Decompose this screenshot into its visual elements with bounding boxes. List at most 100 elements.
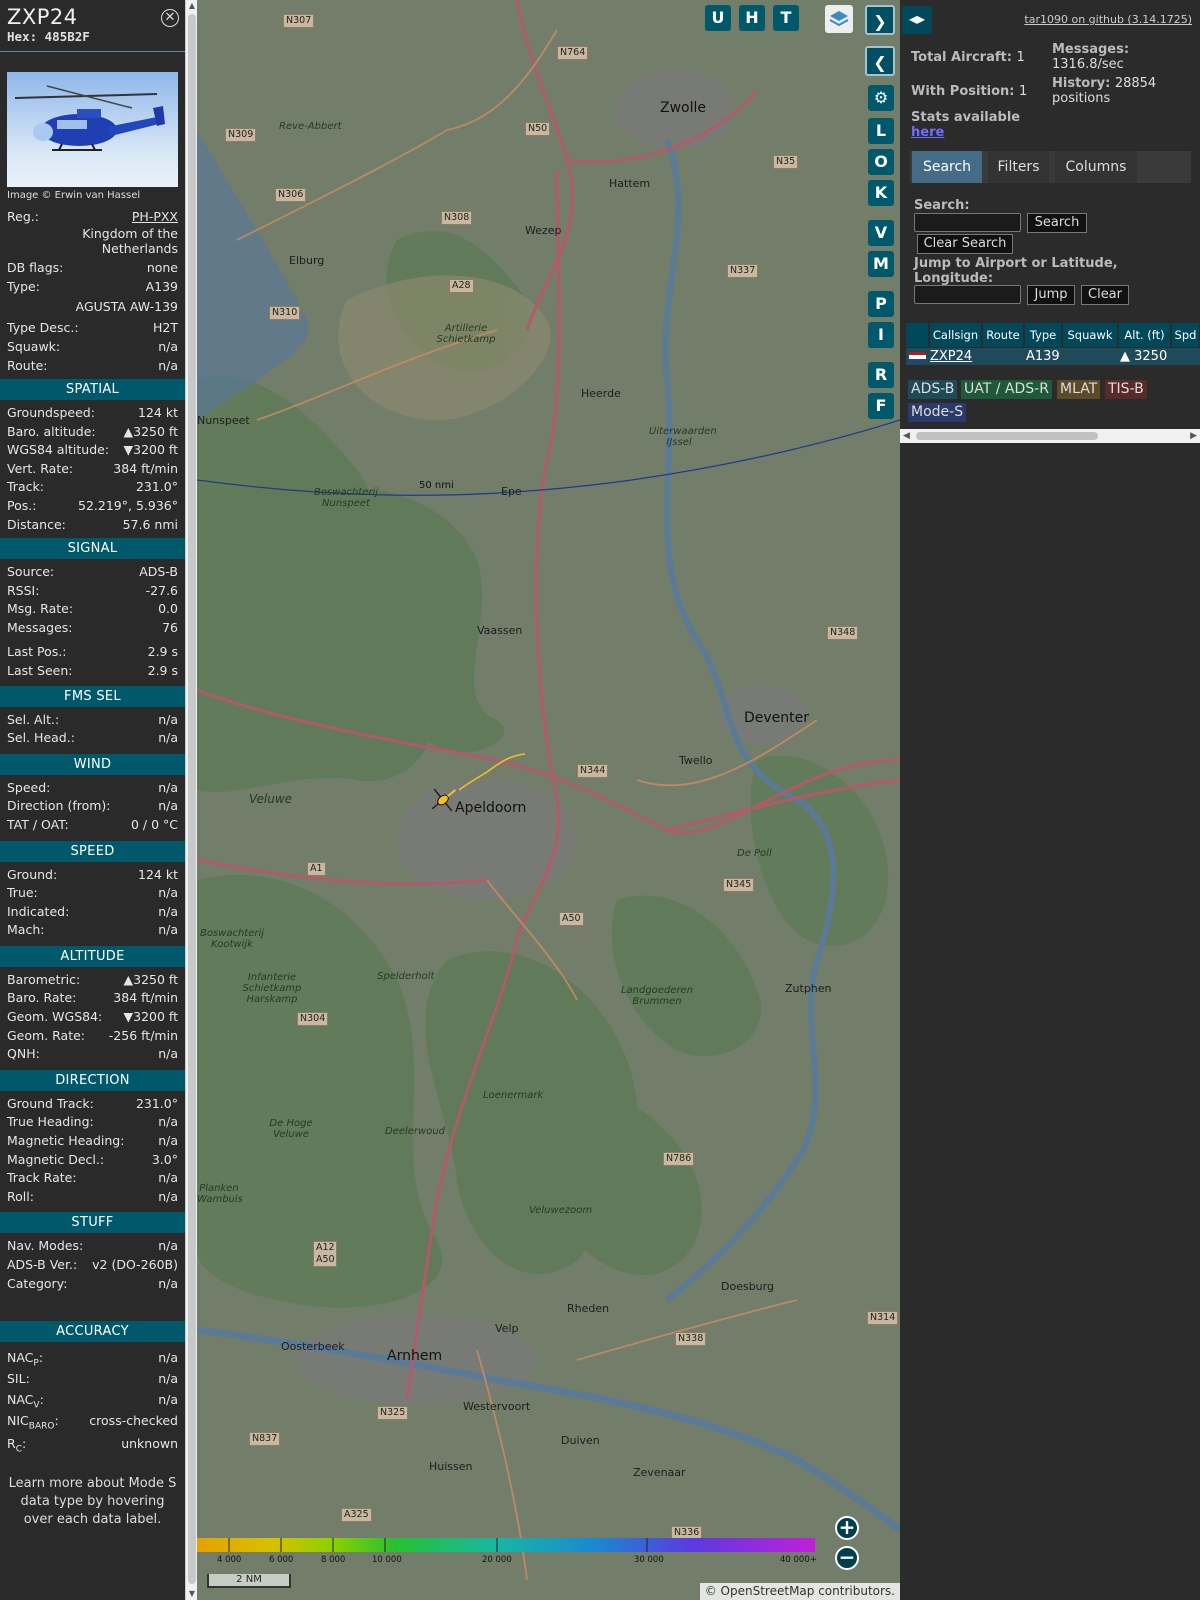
jump-button[interactable]: Jump — [1027, 285, 1075, 305]
col-altitude[interactable]: Alt. (ft) — [1119, 323, 1171, 347]
info-row-key: Track Rate: — [7, 1170, 77, 1186]
jump-input[interactable] — [914, 285, 1021, 304]
info-row-key: Geom. WGS84: — [7, 1009, 103, 1025]
map-town-label: Elburg — [289, 254, 325, 267]
map-town-label: Nunspeet — [197, 414, 250, 427]
info-row-value: 3.0° — [151, 1151, 178, 1167]
table-row[interactable]: ZXP24 A139 ▲ 3250 — [906, 348, 1200, 365]
row-altitude: ▲ 3250 — [1120, 349, 1168, 364]
tab-columns[interactable]: Columns — [1055, 151, 1137, 183]
map-town-label: Vaassen — [477, 624, 523, 637]
map-button-m[interactable]: M — [868, 251, 894, 277]
info-row-key: Baro. altitude: — [7, 423, 96, 439]
map-area-label: De Poll — [737, 848, 772, 859]
row-nacv: NACV: n/a — [7, 1392, 178, 1411]
scroll-left-icon[interactable]: ◀ — [903, 429, 910, 443]
map-button-i[interactable]: I — [868, 322, 894, 348]
map-town-label: Twello — [679, 754, 713, 767]
map-view[interactable]: Zwolle Deventer Apeldoorn Arnhem Hattem … — [197, 0, 900, 1600]
clear-button[interactable]: Clear — [1081, 285, 1129, 305]
map-attribution[interactable]: © OpenStreetMap contributors. — [699, 1583, 900, 1600]
legend-tick: 10 000 — [372, 1555, 402, 1565]
zoom-out-button[interactable]: − — [835, 1546, 859, 1570]
close-icon[interactable]: ✕ — [161, 9, 179, 27]
map-button-o[interactable]: O — [868, 149, 894, 175]
altitude-rows: Barometric: ▲3250 ft Baro. Rate: 384 ft/min… — [0, 971, 185, 1064]
road-number-tag: N306 — [275, 188, 307, 202]
map-town-label: Hattem — [609, 177, 651, 190]
map-town-label: Wezep — [525, 224, 562, 237]
stats-here-link[interactable]: here — [911, 125, 944, 140]
info-row-key: Sel. Head.: — [7, 730, 75, 746]
section-spatial: SPATIAL — [0, 379, 185, 400]
info-row-value: 0.0 — [158, 601, 178, 617]
map-city-label: Arnhem — [387, 1348, 443, 1364]
scroll-right-icon[interactable]: ▶ — [1190, 429, 1197, 443]
expand-right-icon[interactable]: ❯ — [865, 5, 895, 35]
layers-icon[interactable] — [825, 5, 853, 33]
search-input[interactable] — [914, 213, 1021, 232]
h-scrollbar-thumb[interactable] — [916, 432, 1098, 440]
road-number-tag: A50 — [559, 912, 584, 926]
road-number-tag: N344 — [577, 764, 609, 778]
road-number-tag: N310 — [269, 306, 301, 320]
clear-search-button[interactable]: Clear Search — [917, 234, 1013, 254]
info-row-key: Geom. Rate: — [7, 1027, 86, 1043]
col-callsign[interactable]: Callsign — [930, 323, 982, 347]
table-horizontal-scrollbar[interactable]: ◀ ▶ — [900, 429, 1200, 443]
info-row: Nav. Modes: n/a — [0, 1237, 185, 1256]
road-number-tag: N786 — [663, 1152, 695, 1166]
info-row-key: ADS-B Ver.: — [7, 1257, 78, 1272]
info-row-value: ADS-B — [139, 564, 178, 580]
info-row-key: RSSI: — [7, 582, 40, 598]
section-fms: FMS SEL — [0, 685, 185, 707]
row-type-full: AGUSTA AW-139 — [75, 299, 178, 314]
col-speed[interactable]: Spd — [1172, 323, 1200, 347]
stuff-rows: Nav. Modes: n/a ADS-B Ver.: v2 (DO-260B) Cat… — [0, 1237, 185, 1293]
map-town-label: Epe — [501, 485, 522, 498]
info-row-key: Groundspeed: — [7, 405, 95, 420]
github-link[interactable]: tar1090 on github (3.14.1725) — [1024, 13, 1192, 26]
collapse-left-icon[interactable]: ❮ — [865, 46, 895, 76]
col-route[interactable]: Route — [983, 323, 1024, 347]
info-row-value: 52.219°, 5.936° — [78, 497, 178, 513]
search-button[interactable]: Search — [1027, 213, 1087, 233]
map-button-f[interactable]: F — [868, 393, 894, 419]
row-nacp: NACP: n/a — [7, 1350, 178, 1369]
zoom-in-button[interactable]: + — [835, 1516, 859, 1540]
tab-filters[interactable]: Filters — [988, 151, 1049, 183]
legend-adsb: ADS-B — [908, 380, 958, 399]
settings-gear-icon[interactable]: ⚙ — [868, 85, 894, 111]
map-button-r[interactable]: R — [868, 362, 894, 388]
row-callsign-link[interactable]: ZXP24 — [930, 348, 972, 365]
map-city-label: Apeldoorn — [455, 800, 527, 816]
col-squawk[interactable]: Squawk — [1063, 323, 1118, 347]
info-row: TAT / OAT: 0 / 0 °C — [0, 816, 185, 835]
map-button-t[interactable]: T — [773, 5, 799, 31]
map-area-label: Veluwezoom — [529, 1205, 593, 1216]
map-button-p[interactable]: P — [868, 291, 894, 317]
info-row-value: 2.9 s — [147, 662, 178, 678]
row-type: Type: A139 — [7, 279, 178, 294]
aircraft-photo[interactable] — [7, 72, 178, 187]
info-row-value: ▲3250 ft — [123, 423, 178, 439]
map-button-v[interactable]: V — [868, 220, 894, 246]
map-town-label: Duiven — [561, 1434, 600, 1447]
map-button-h[interactable]: H — [739, 5, 765, 31]
info-row-value: n/a — [158, 779, 178, 795]
map-button-l[interactable]: L — [868, 118, 894, 144]
map-button-k[interactable]: K — [868, 180, 894, 206]
info-row-key: Magnetic Decl.: — [7, 1151, 105, 1167]
toggle-panel-arrows-icon[interactable]: ◂▸ — [902, 6, 932, 34]
map-town-label: Doesburg — [721, 1280, 774, 1293]
col-type[interactable]: Type — [1025, 323, 1062, 347]
signal-rows-2: Last Pos.: 2.9 s Last Seen: 2.9 s — [0, 642, 185, 680]
info-row: Source: ADS-B — [0, 563, 185, 582]
info-panel-scrollbar[interactable]: ▲ ▼ — [185, 0, 197, 1600]
registration-link[interactable]: PH-PXX — [132, 207, 178, 226]
map-button-u[interactable]: U — [705, 5, 731, 31]
col-flag[interactable] — [906, 323, 929, 347]
tab-search[interactable]: Search — [912, 151, 982, 183]
scrollbar-thumb[interactable] — [188, 14, 196, 1584]
road-number-tag: N304 — [297, 1012, 329, 1026]
